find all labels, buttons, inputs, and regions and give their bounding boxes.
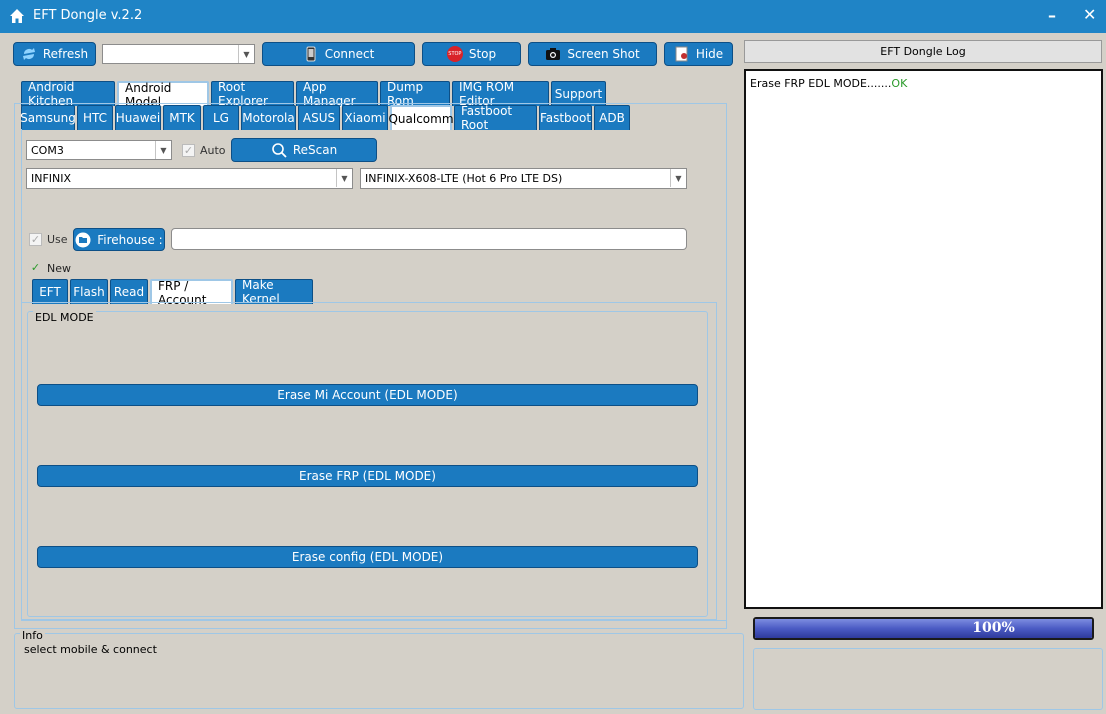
close-button[interactable]: ✕ xyxy=(1083,5,1096,24)
log-line-status: OK xyxy=(891,77,908,90)
info-text: select mobile & connect xyxy=(24,643,157,656)
progress-bar: 100% xyxy=(753,617,1094,640)
auto-label: Auto xyxy=(200,144,226,157)
tab-fastboot[interactable]: Fastboot xyxy=(539,105,592,130)
stop-icon: STOP xyxy=(446,46,463,62)
erase-mi-account-button[interactable]: Erase Mi Account (EDL MODE) xyxy=(37,384,698,406)
new-label: New xyxy=(47,262,71,275)
tab-adb[interactable]: ADB xyxy=(594,105,630,130)
log-line-text: Erase FRP EDL MODE....... xyxy=(750,77,892,90)
brand-tab-bar: Samsung HTC Huawei MTK LG Motorola ASUS … xyxy=(20,104,630,132)
home-icon xyxy=(10,9,24,23)
tab-frp-account[interactable]: FRP / Account xyxy=(150,279,233,307)
tab-lg[interactable]: LG xyxy=(203,105,239,130)
auto-checkbox[interactable]: ✓ xyxy=(182,144,195,157)
chevron-down-icon: ▼ xyxy=(336,169,352,187)
tab-eft[interactable]: EFT xyxy=(32,279,68,304)
refresh-button[interactable]: Refresh xyxy=(13,42,96,66)
chevron-down-icon: ▼ xyxy=(670,169,686,187)
tab-xiaomi[interactable]: Xiaomi xyxy=(342,105,388,130)
model-select[interactable]: INFINIX-X608-LTE (Hot 6 Pro LTE DS) ▼ xyxy=(360,168,687,189)
new-checkbox[interactable]: ✓ xyxy=(29,261,42,274)
progress-label: 100% xyxy=(972,620,1015,636)
use-label: Use xyxy=(47,233,68,246)
com-port-select[interactable]: COM3 ▼ xyxy=(26,140,172,160)
tab-mtk[interactable]: MTK xyxy=(163,105,201,130)
phone-icon xyxy=(306,46,316,62)
log-line: Erase FRP EDL MODE.......OK xyxy=(750,77,907,90)
stop-label: Stop xyxy=(468,47,497,61)
tab-fastboot-root[interactable]: Fastboot Root xyxy=(454,104,537,132)
tab-samsung[interactable]: Samsung xyxy=(20,105,76,130)
folder-icon xyxy=(75,232,91,247)
firehouse-button[interactable]: Firehouse : xyxy=(73,228,165,251)
port-select[interactable]: ▼ xyxy=(102,44,255,64)
info-label: Info xyxy=(20,629,45,642)
use-firehouse-checkbox[interactable]: ✓ xyxy=(29,233,42,246)
camera-icon xyxy=(546,48,561,60)
tab-flash[interactable]: Flash xyxy=(70,279,108,304)
connect-label: Connect xyxy=(324,47,375,61)
tab-asus[interactable]: ASUS xyxy=(298,105,340,130)
tab-huawei[interactable]: Huawei xyxy=(115,105,161,130)
hide-icon xyxy=(675,46,688,62)
title-bar: EFT Dongle v.2.2 – ✕ xyxy=(0,0,1106,33)
window-title: EFT Dongle v.2.2 xyxy=(33,8,143,23)
hide-label: Hide xyxy=(695,47,724,61)
rescan-button[interactable]: ReScan xyxy=(231,138,377,162)
hide-button[interactable]: Hide xyxy=(664,42,733,66)
chevron-down-icon: ▼ xyxy=(238,45,254,63)
refresh-label: Refresh xyxy=(42,47,89,61)
sub-tab-bar: EFT Flash Read FRP / Account Make Kernel xyxy=(32,278,313,307)
chevron-down-icon: ▼ xyxy=(155,141,171,159)
erase-frp-button[interactable]: Erase FRP (EDL MODE) xyxy=(37,465,698,487)
refresh-icon xyxy=(22,48,35,60)
status-box xyxy=(753,648,1103,710)
tab-read[interactable]: Read xyxy=(110,279,148,304)
log-area[interactable]: Erase FRP EDL MODE.......OK xyxy=(744,69,1103,609)
brand-select[interactable]: INFINIX ▼ xyxy=(26,168,353,189)
minimize-button[interactable]: – xyxy=(1048,6,1056,25)
tab-make-kernel[interactable]: Make Kernel xyxy=(235,278,313,306)
screenshot-label: Screen Shot xyxy=(567,47,640,61)
erase-config-button[interactable]: Erase config (EDL MODE) xyxy=(37,546,698,568)
tab-htc[interactable]: HTC xyxy=(77,105,113,130)
stop-button[interactable]: STOP Stop xyxy=(422,42,521,66)
tab-motorola[interactable]: Motorola xyxy=(241,105,296,130)
edl-mode-group xyxy=(27,311,708,617)
log-header: EFT Dongle Log xyxy=(744,40,1102,63)
search-icon xyxy=(272,143,287,158)
screenshot-button[interactable]: Screen Shot xyxy=(528,42,657,66)
tab-qualcomm[interactable]: Qualcomm xyxy=(388,105,454,130)
connect-button[interactable]: Connect xyxy=(262,42,415,66)
edl-mode-label: EDL MODE xyxy=(33,311,96,324)
firehouse-path-input[interactable] xyxy=(171,228,687,250)
